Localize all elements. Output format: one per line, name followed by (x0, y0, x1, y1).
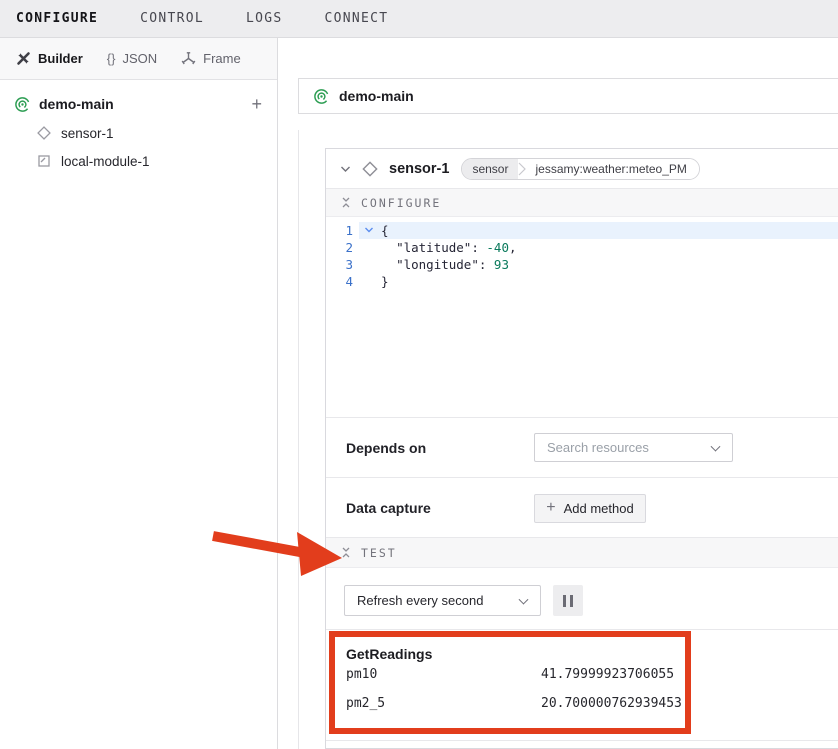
resource-type-badge: sensor jessamy:weather:meteo_PM (461, 158, 699, 180)
sidebar-item-sensor-1[interactable]: sensor-1 (36, 122, 266, 144)
test-section-label: TEST (361, 546, 397, 560)
pause-button[interactable] (553, 585, 583, 616)
configure-section-label: CONFIGURE (361, 196, 441, 210)
top-nav: CONFIGURE CONTROL LOGS CONNECT (0, 0, 838, 38)
code-text: } (381, 273, 838, 290)
badge-chevron-icon (518, 158, 527, 180)
view-mode-json[interactable]: {} JSON (107, 51, 157, 66)
add-resource-button[interactable]: + (251, 92, 262, 116)
view-mode-toolbar: Builder {} JSON Frame (0, 38, 278, 80)
code-line-3[interactable]: 3 "longitude": 93 (326, 256, 838, 273)
add-method-button[interactable]: + Add method (534, 494, 646, 523)
line-number: 1 (326, 222, 359, 239)
json-label: JSON (122, 51, 157, 66)
code-line-1[interactable]: 1 { (326, 222, 838, 239)
line-number: 3 (326, 256, 359, 273)
badge-type: sensor (462, 159, 518, 179)
diamond-icon (36, 125, 52, 141)
test-section-bar[interactable]: TEST (326, 537, 838, 568)
reading-key: pm2_5 (346, 696, 385, 711)
wrench-icon (16, 51, 31, 66)
view-mode-builder[interactable]: Builder (16, 51, 83, 66)
collapse-icon[interactable] (340, 196, 352, 209)
code-line-4[interactable]: 4 } (326, 273, 838, 290)
diamond-icon (361, 160, 379, 178)
test-controls: Refresh every second (326, 568, 838, 629)
reading-value: 41.79999923706055 (541, 667, 674, 682)
builder-label: Builder (38, 51, 83, 66)
resource-sidebar: demo-main + sensor-1 local-module-1 (0, 80, 278, 749)
chevron-down-icon (519, 594, 529, 604)
code-text: "longitude": 93 (381, 256, 838, 273)
machine-header: demo-main (298, 78, 838, 114)
line-number: 2 (326, 239, 359, 256)
json-code-editor[interactable]: 1 { 2 "latitude": -40, 3 "lon (326, 217, 838, 417)
tab-logs[interactable]: LOGS (246, 11, 283, 26)
reading-key: pm10 (346, 667, 377, 682)
plus-icon: + (546, 499, 555, 517)
sidebar-machine-name: demo-main (39, 96, 114, 112)
add-method-label: Add method (564, 501, 634, 516)
viam-configure-page: CONFIGURE CONTROL LOGS CONNECT Builder {… (0, 0, 838, 749)
view-mode-frame[interactable]: Frame (181, 51, 241, 66)
badge-model: jessamy:weather:meteo_PM (527, 159, 698, 179)
sidebar-item-label: sensor-1 (61, 126, 114, 141)
toolbar-divider (277, 38, 278, 80)
code-text: "latitude": -40, (381, 239, 838, 256)
data-capture-label: Data capture (346, 500, 431, 516)
module-icon (36, 153, 52, 169)
tab-control[interactable]: CONTROL (140, 11, 204, 26)
tab-configure[interactable]: CONFIGURE (16, 11, 98, 26)
tab-connect[interactable]: CONNECT (325, 11, 389, 26)
pause-icon (563, 595, 566, 607)
sidebar-item-local-module-1[interactable]: local-module-1 (36, 150, 266, 172)
depends-on-placeholder: Search resources (547, 440, 649, 455)
data-capture-row: Data capture + Add method (326, 477, 838, 537)
chevron-down-icon[interactable] (340, 165, 351, 173)
chevron-down-icon (711, 441, 721, 451)
configure-section-bar[interactable]: CONFIGURE (326, 189, 838, 217)
refresh-rate-value: Refresh every second (357, 593, 483, 608)
code-line-2[interactable]: 2 "latitude": -40, (326, 239, 838, 256)
sidebar-machine-row[interactable]: demo-main + (0, 92, 278, 116)
code-text: { (381, 222, 838, 239)
machine-icon (313, 88, 330, 105)
fold-chevron-icon[interactable] (364, 226, 374, 234)
readings-panel: GetReadings pm10 41.79999923706055 pm2_5… (326, 629, 838, 740)
sidebar-item-label: local-module-1 (61, 154, 150, 169)
frame-label: Frame (203, 51, 241, 66)
frame-icon (181, 51, 196, 66)
depends-on-select[interactable]: Search resources (534, 433, 733, 462)
braces-icon: {} (107, 51, 116, 66)
machine-header-name: demo-main (339, 88, 414, 104)
machine-icon (14, 96, 31, 113)
depends-on-row: Depends on Search resources (326, 417, 838, 477)
depends-on-label: Depends on (346, 440, 426, 456)
readings-method-name: GetReadings (346, 646, 432, 662)
reading-value: 20.700000762939453 (541, 696, 682, 711)
line-number: 4 (326, 273, 359, 290)
refresh-rate-select[interactable]: Refresh every second (344, 585, 541, 616)
sensor-card-title: sensor-1 (389, 161, 449, 177)
card-divider (326, 740, 838, 741)
part-left-border (298, 130, 299, 749)
sensor-card: sensor-1 sensor jessamy:weather:meteo_PM… (325, 148, 838, 749)
collapse-icon[interactable] (340, 546, 352, 559)
sensor-card-header[interactable]: sensor-1 sensor jessamy:weather:meteo_PM (326, 149, 838, 189)
